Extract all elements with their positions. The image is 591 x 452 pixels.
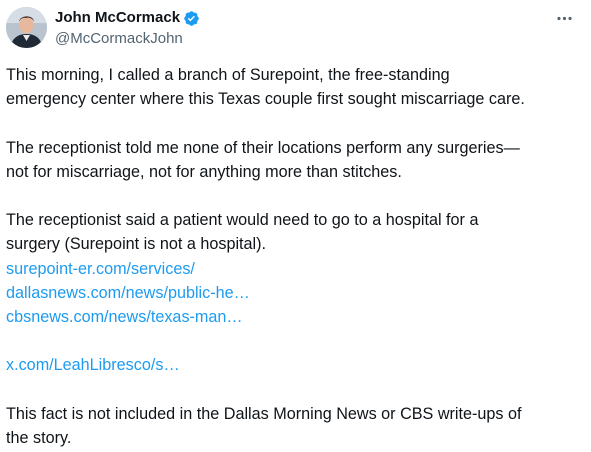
tweet-text: This morning, I called a branch of Surep… <box>6 63 586 450</box>
author-display-name[interactable]: John McCormack <box>55 8 180 28</box>
more-options-button[interactable] <box>552 6 576 30</box>
tweet-text-line: emergency center where this Texas couple… <box>6 90 525 109</box>
more-horizontal-icon <box>556 16 572 20</box>
tweet-text-line: The receptionist said a patient would ne… <box>6 211 479 230</box>
tweet-text-line: The receptionist told me none of their l… <box>6 138 520 157</box>
link-cbsnews[interactable]: cbsnews.com/news/texas-man… <box>6 308 243 326</box>
link-quoted-post[interactable]: x.com/LeahLibresco/s… <box>6 356 180 374</box>
author-handle[interactable]: @McCormackJohn <box>55 29 183 49</box>
tweet-text-line: not for miscarriage, not for anything mo… <box>6 162 402 181</box>
tweet-text-line: This fact is not included in the Dallas … <box>6 404 522 423</box>
verified-badge-icon <box>183 10 200 27</box>
link-surepoint[interactable]: surepoint-er.com/services/ <box>6 260 195 278</box>
tweet-text-line: This morning, I called a branch of Surep… <box>6 66 450 84</box>
tweet: John McCormack @McCormackJohn This morni… <box>0 0 591 452</box>
avatar-photo <box>6 7 47 48</box>
tweet-text-line: surgery (Surepoint is not a hospital). <box>6 235 267 254</box>
link-dallasnews[interactable]: dallasnews.com/news/public-he… <box>6 284 250 302</box>
avatar[interactable] <box>6 7 47 48</box>
author-name-row: John McCormack <box>55 8 200 28</box>
tweet-text-line: the story. <box>6 428 72 447</box>
